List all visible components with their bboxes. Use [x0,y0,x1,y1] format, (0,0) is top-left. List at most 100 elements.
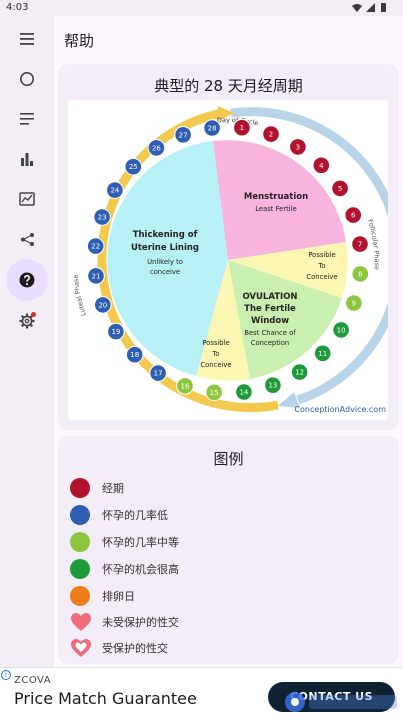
settings-nav-button[interactable] [6,300,48,342]
legend-item-ovulation: 排卵日 [70,584,380,608]
day-number: 11 [318,350,327,358]
menstruation-title: Menstruation [244,192,308,202]
high-chance-dot-icon [70,559,90,579]
stats-nav-button[interactable] [6,138,48,180]
day-number: 3 [296,143,300,151]
day-number: 8 [358,270,362,278]
legend-item-unprotected: 未受保护的性交 [70,610,380,634]
legend-label: 受保护的性交 [102,642,168,655]
legend-item-medium: 怀孕的几率中等 [70,530,380,554]
menu-button[interactable] [6,18,48,60]
signal-icon [366,3,375,12]
status-time: 4:03 [6,2,29,13]
luteal-phase-label: Luteal Phase [72,274,88,317]
ovulation-title-2: The Fertile [244,304,296,314]
cycle-nav-button[interactable] [6,58,48,100]
report-nav-button[interactable] [6,178,48,220]
help-nav-button[interactable] [6,259,48,301]
day-number: 21 [92,272,101,280]
heart-outline-icon [71,639,91,657]
legend-item-protected: 受保护的性交 [70,636,380,660]
ovulation-title-1: OVULATION [242,292,297,302]
heart-filled-icon [71,613,91,631]
ad-info-icon[interactable]: i [1,670,11,680]
possible-right-2: To [317,262,325,270]
day-number: 25 [129,163,138,171]
day-number: 10 [337,326,346,334]
menstruation-sub: Least Fertile [255,205,297,213]
nav-rail [0,16,54,667]
circle-icon [20,72,34,86]
day-number: 15 [210,389,219,397]
thickening-title-1: Thickening of [133,230,198,240]
share-icon [20,232,34,246]
battery-icon [381,3,386,12]
day-number: 6 [351,212,356,220]
day-number: 22 [91,243,100,251]
day-number: 12 [295,369,304,377]
possible-bottom-2: To [211,350,219,358]
cycle-diagram-image: Day of Cycle Follicular Phase Luteal Pha… [68,100,388,420]
watermark-logo-icon [285,692,397,712]
possible-right-3: Conceive [306,273,337,281]
ad-headline: Price Match Guarantee [14,689,197,708]
day-number: 26 [152,144,161,152]
day-number: 27 [179,131,188,139]
cycle-diagram: Day of Cycle Follicular Phase Luteal Pha… [72,106,388,414]
status-bar: 4:03 [0,0,403,16]
possible-right-1: Possible [308,251,335,259]
day-number: 20 [98,301,107,309]
legend-label: 怀孕的几率低 [102,509,168,522]
day-number: 24 [110,187,119,195]
day-number: 5 [338,185,342,193]
page-title: 帮助 [64,32,95,50]
wifi-icon [352,4,362,12]
cycle-chart-card: 典型的 28 天月经周期 Day of Cycle Follicular Pha… [58,64,399,430]
chart-screen-icon [19,192,35,206]
thickening-title-2: Uterine Lining [131,243,199,253]
period-dot-icon [70,478,90,498]
ovulation-dot-icon [70,586,90,606]
day-number: 18 [130,351,139,359]
day-number: 14 [239,389,248,397]
possible-bottom-3: Conceive [200,361,231,369]
day-number: 13 [268,382,277,390]
legend-label: 怀孕的机会很高 [102,563,179,576]
bar-chart-icon [21,153,33,166]
day-number: 16 [181,382,190,390]
ovulation-title-3: Window [251,316,289,326]
day-number: 19 [111,328,120,336]
day-number: 1 [240,124,244,132]
legend-card: 图例 经期 怀孕的几率低 怀孕的几率中等 怀孕的机会很高 排卵日 未受保护的性交… [58,436,399,664]
day-number: 7 [358,241,362,249]
legend-label: 排卵日 [102,590,135,603]
legend-label: 经期 [102,482,124,495]
thickening-sub-2: conceive [150,268,180,276]
legend-item-high: 怀孕的机会很高 [70,557,380,581]
day-number: 2 [269,131,273,139]
day-number: 23 [98,214,107,222]
legend-item-low: 怀孕的几率低 [70,503,380,527]
day-number: 28 [208,125,217,133]
possible-bottom-1: Possible [202,339,229,347]
credit-label: ConceptionAdvice.com [294,405,386,414]
notes-icon [20,113,34,125]
legend-item-period: 经期 [70,476,380,500]
notes-nav-button[interactable] [6,98,48,140]
ovulation-sub-2: Conception [251,339,289,347]
ovulation-sub-1: Best Chance of [244,329,296,337]
legend-title: 图例 [213,450,244,468]
day-number: 4 [319,162,324,170]
share-nav-button[interactable] [6,218,48,260]
notification-badge [31,312,36,317]
status-icons [352,3,386,12]
menu-icon [20,33,34,45]
thickening-sub-1: Unlikely to [147,258,183,266]
cycle-chart-title: 典型的 28 天月经周期 [154,77,303,95]
low-chance-dot-icon [70,505,90,525]
help-icon [19,272,35,288]
ad-brand: ZCOVA [14,675,52,686]
legend-label: 未受保护的性交 [102,616,179,629]
day-number: 17 [154,370,163,378]
day-number: 9 [352,300,356,308]
